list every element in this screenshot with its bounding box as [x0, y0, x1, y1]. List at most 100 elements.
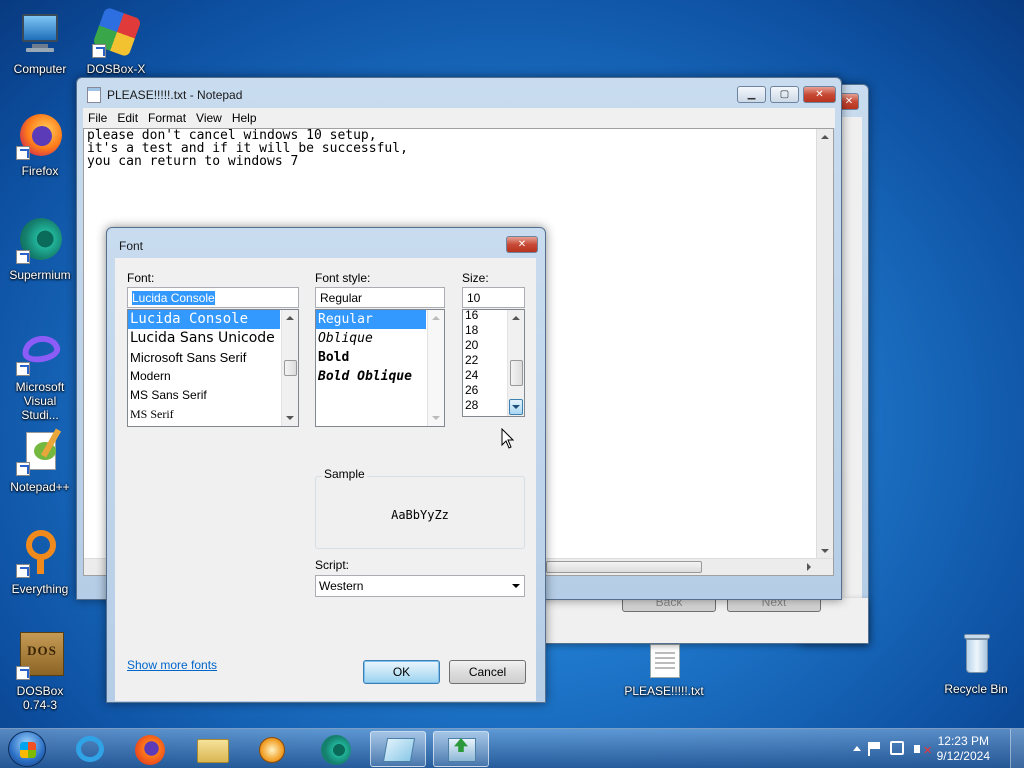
desktop-icon-label: Notepad++ [10, 480, 70, 494]
taskbar-internet-explorer[interactable] [62, 731, 118, 767]
visual-studio-icon [16, 328, 64, 376]
supermium-icon [16, 216, 64, 264]
font-list-item[interactable]: Microsoft Sans Serif [128, 348, 298, 367]
scroll-down-button[interactable] [509, 399, 523, 415]
scroll-right-arrow-icon[interactable] [807, 563, 811, 571]
firefox-icon [135, 735, 165, 765]
size-list-thumb[interactable] [510, 360, 523, 386]
shortcut-arrow-icon [16, 564, 30, 578]
show-desktop-button[interactable] [1010, 729, 1024, 768]
start-button[interactable] [8, 731, 46, 767]
font-list-item[interactable]: Lucida Sans Unicode [128, 329, 298, 348]
font-name-value: Lucida Console [132, 291, 215, 305]
volume-muted-icon[interactable]: ✕ [914, 741, 933, 757]
notepad-plus-plus-icon [16, 428, 64, 476]
show-hidden-icons-icon[interactable] [853, 746, 861, 751]
taskbar-setup[interactable] [433, 731, 489, 767]
system-tray: ✕ 12:23 PM 9/12/2024 [834, 729, 1024, 768]
desktop-icon-label: DOSBox-X [86, 62, 146, 76]
ok-button[interactable]: OK [363, 660, 440, 684]
firefox-icon [16, 112, 64, 160]
scroll-up-arrow-icon[interactable] [512, 316, 520, 320]
desktop-icon-label: DOSBox 0.74-3 [16, 684, 64, 712]
desktop-icon-supermium[interactable]: Supermium [2, 216, 78, 282]
hscroll-thumb[interactable] [546, 561, 702, 573]
desktop-icon-everything[interactable]: Everything [2, 530, 78, 596]
font-dialog-title: Font [119, 239, 144, 253]
font-style-item[interactable]: Regular [316, 310, 426, 329]
desktop-icon-label: Computer [13, 62, 67, 76]
media-player-icon [259, 737, 285, 763]
desktop-icon-firefox[interactable]: Firefox [2, 112, 78, 178]
menu-help[interactable]: Help [227, 108, 262, 125]
clock[interactable]: 12:23 PM 9/12/2024 [937, 734, 990, 764]
editor-vertical-scrollbar[interactable] [816, 129, 833, 559]
taskbar-media-player[interactable] [244, 731, 300, 767]
editor-content[interactable]: please don't cancel windows 10 setup, it… [84, 129, 833, 168]
minimize-button[interactable]: ▁ [737, 86, 766, 103]
menu-format[interactable]: Format [143, 108, 191, 125]
show-more-fonts-link[interactable]: Show more fonts [127, 658, 217, 672]
menu-view[interactable]: View [191, 108, 227, 125]
desktop-icon-dosbox-x[interactable]: DOSBox-X [78, 6, 154, 76]
desktop-icon-label: Everything [11, 582, 69, 596]
taskbar-explorer[interactable] [184, 731, 240, 767]
font-name-input[interactable]: Lucida Console [127, 287, 299, 308]
taskbar-firefox[interactable] [122, 731, 178, 767]
desktop-icon-label: Firefox [21, 164, 59, 178]
maximize-button[interactable]: ▢ [770, 86, 799, 103]
desktop-icon-label: PLEASE!!!!!.txt [624, 684, 704, 698]
font-list-thumb[interactable] [284, 360, 297, 376]
shortcut-arrow-icon [16, 666, 30, 680]
font-style-item[interactable]: Bold Oblique [316, 367, 444, 386]
mute-x: ✕ [923, 745, 933, 757]
scroll-up-arrow-icon[interactable] [821, 135, 829, 139]
network-icon[interactable] [890, 741, 904, 755]
font-style-list[interactable]: Regular Oblique Bold Bold Oblique [315, 309, 445, 427]
size-list[interactable]: 16 18 20 22 24 26 28 [462, 309, 525, 417]
shortcut-arrow-icon [16, 146, 30, 160]
text-file-icon [640, 642, 688, 680]
font-style-item[interactable]: Oblique [316, 329, 444, 348]
desktop-icon-please-txt[interactable]: PLEASE!!!!!.txt [624, 642, 704, 698]
font-style-input[interactable]: Regular [315, 287, 445, 308]
desktop-icon-visual-studio[interactable]: Microsoft Visual Studi... [2, 328, 78, 422]
taskbar: ✕ 12:23 PM 9/12/2024 [0, 728, 1024, 768]
scroll-down-arrow-icon[interactable] [821, 549, 829, 553]
speaker-shape [914, 745, 920, 753]
notepad-title: PLEASE!!!!!.txt - Notepad [107, 88, 243, 102]
font-dialog-close-button[interactable]: ✕ [506, 236, 538, 253]
font-style-item[interactable]: Bold [316, 348, 444, 367]
cancel-button[interactable]: Cancel [449, 660, 526, 684]
desktop-icon-recycle-bin[interactable]: Recycle Bin [936, 630, 1016, 696]
font-list-item[interactable]: Modern [128, 367, 298, 386]
desktop-icon-notepad-plus-plus[interactable]: Notepad++ [2, 428, 78, 494]
scroll-down-arrow-icon[interactable] [286, 416, 294, 420]
font-style-scrollbar[interactable] [427, 310, 444, 426]
action-center-flag-icon[interactable] [868, 742, 880, 756]
font-list-scrollbar[interactable] [281, 310, 298, 426]
desktop-icon-label: Microsoft Visual Studi... [15, 380, 65, 422]
desktop-icon-computer[interactable]: Computer [2, 10, 78, 76]
desktop-icon-dosbox[interactable]: DOS DOSBox 0.74-3 [2, 632, 78, 712]
clock-time: 12:23 PM [937, 734, 989, 748]
close-button[interactable]: ✕ [803, 86, 836, 103]
script-select[interactable]: Western [315, 575, 525, 597]
font-list-item[interactable]: Lucida Console [128, 310, 280, 329]
flag-shape [870, 742, 880, 749]
folder-icon [197, 739, 229, 763]
size-list-scrollbar[interactable] [507, 310, 524, 416]
windows-logo-icon [20, 742, 36, 758]
font-list[interactable]: Lucida Console Lucida Sans Unicode Micro… [127, 309, 299, 427]
size-input[interactable]: 10 [462, 287, 525, 308]
setup-close-button[interactable]: ✕ [839, 93, 859, 110]
scroll-up-arrow-icon[interactable] [286, 316, 294, 320]
font-list-item[interactable]: MS Serif [128, 405, 298, 424]
dosbox-x-icon [92, 6, 142, 58]
menu-file[interactable]: File [83, 108, 112, 125]
font-dialog: Font ✕ Font: Lucida Console Lucida Conso… [106, 227, 546, 703]
taskbar-notepad[interactable] [370, 731, 426, 767]
font-list-item[interactable]: MS Sans Serif [128, 386, 298, 405]
taskbar-supermium[interactable] [308, 731, 364, 767]
menu-edit[interactable]: Edit [112, 108, 143, 125]
